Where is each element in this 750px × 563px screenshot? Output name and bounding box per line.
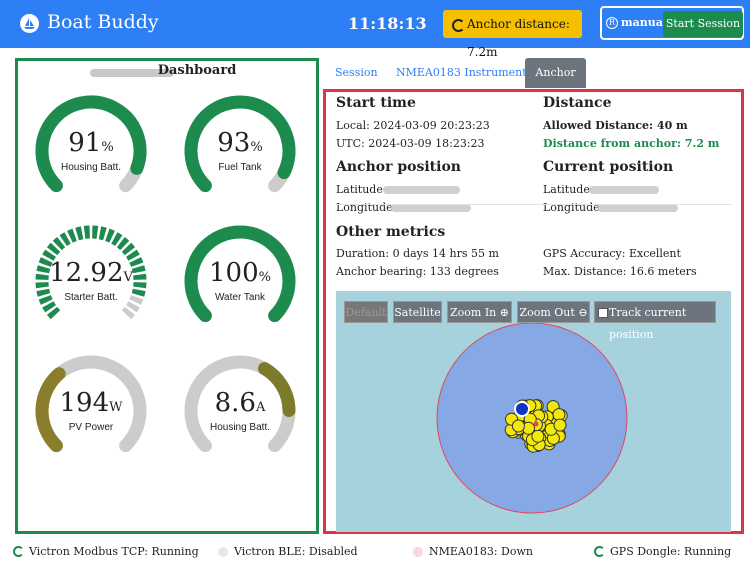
gauge-segment [111,232,123,247]
local-time: Local: 2024-03-09 20:23:23 [336,119,490,132]
clock: 11:18:13 [348,14,427,33]
gauge-housing-current: 8.6A Housing Batt. [180,349,300,469]
zoom-in-button[interactable]: Zoom In ⊕ [447,301,512,323]
app-header: Boat Buddy 11:18:13 Anchor distance: 7.2… [0,0,750,59]
gauge-segment [75,226,84,241]
gauge-segment [125,301,140,313]
distance-heading: Distance [543,95,612,111]
anchor-latitude-label: Latitude: [336,183,387,196]
gauge-segment [125,249,140,261]
anchor-distance-badge[interactable]: Anchor distance: 7.2m [443,10,582,59]
anchor-map[interactable]: Default Satellite Zoom In ⊕ Zoom Out ⊖ T… [336,291,731,532]
gauge-housing-batt: 91% Housing Batt. [31,89,151,209]
gauge-value: 93 [217,128,251,158]
status-dot-icon [218,547,228,557]
zoom-in-icon: ⊕ [499,306,509,319]
gauge-segment [105,228,115,243]
session-controls: R manual Start Session [600,6,744,40]
tab-nmea0183-instruments[interactable]: NMEA0183 Instruments [396,58,532,88]
gauge-value: 194 [59,388,110,418]
running-spinner-icon [594,546,605,557]
anchor-bearing: Anchor bearing: 133 degrees [336,265,499,278]
gauge-label: Starter Batt. [64,292,118,303]
zoom-out-icon: ⊖ [578,306,588,319]
gauge-value: 91 [68,128,102,158]
gauge-label: Housing Batt. [60,162,122,173]
gauge-segment [42,249,57,261]
spinner-icon [452,19,465,32]
running-spinner-icon [13,546,24,557]
anchor-panel: Start time Local: 2024-03-09 20:23:23 UT… [323,89,744,534]
start-session-button[interactable]: Start Session [663,11,743,37]
status-dot-icon [413,547,423,557]
allowed-distance: Allowed Distance: 40 m [543,119,688,132]
gauge-unit: A [255,400,266,415]
registered-icon: R [606,17,618,29]
gauge-value: 8.6 [214,388,256,418]
gauge-segment [121,306,136,320]
current-position-heading: Current position [543,159,674,175]
gauge-segment [98,226,107,241]
gps-accuracy: GPS Accuracy: Excellent [543,247,681,260]
track-point [511,419,525,433]
anchor-marker [533,421,539,427]
gauge-water-tank: 100% Water Tank [180,219,300,339]
track-point [553,418,567,432]
current-latitude-label: Latitude: [543,183,594,196]
track-position-toggle[interactable]: Track current position [594,301,716,341]
map-default-button[interactable]: Default [344,301,388,323]
map-satellite-button[interactable]: Satellite [393,301,442,323]
gauge-segment [59,232,71,247]
gauge-label: PV Power [68,422,114,433]
gauge-fuel-tank: 93% Fuel Tank [180,89,300,209]
track-position-checkbox[interactable] [598,308,608,318]
gauge-value: 100 [209,258,259,288]
current-position-marker [514,401,530,417]
tab-anchor[interactable]: Anchor [525,58,586,88]
gauge-pv-power: 194W PV Power [31,349,151,469]
tab-session[interactable]: Session [335,58,378,88]
redacted-current-latitude [589,186,659,194]
redacted-anchor-longitude [391,204,471,212]
gauge-unit: % [101,140,114,155]
max-distance: Max. Distance: 16.6 meters [543,265,697,278]
gauge-segment [52,236,66,251]
tab-bar: Session NMEA0183 Instruments Anchor [324,58,744,88]
boat-logo-icon [20,14,39,33]
duration: Duration: 0 days 14 hrs 55 m [336,247,499,260]
app-title: Boat Buddy [47,11,159,33]
gauge-unit: W [109,400,123,415]
gauge-label: Fuel Tank [218,162,262,173]
gauge-unit: V [123,270,133,285]
gauge-unit: % [258,270,271,285]
distance-from-anchor: Distance from anchor: 7.2 m [543,137,720,150]
gauge-segment [46,242,61,256]
gauge-label: Water Tank [214,292,266,303]
gauge-segment [46,306,61,320]
zoom-out-button[interactable]: Zoom Out ⊖ [517,301,590,323]
utc-time: UTC: 2024-03-09 18:23:23 [336,137,485,150]
gauge-segment [42,301,57,313]
gauge-value: 12.92 [49,258,124,288]
anchor-position-heading: Anchor position [336,159,461,175]
gauge-starter-batt: 12.92V Starter Batt. [31,219,151,339]
gauge-segment [116,236,130,251]
redacted-anchor-latitude [383,186,460,194]
gauge-unit: % [250,140,263,155]
gauge-segment [121,242,136,256]
anchor-longitude-label: Longitude: [336,201,397,214]
dashboard-title: Dashboard [157,63,237,78]
dashboard-panel: Dashboard 91% Housing Batt. 93% Fuel Tan… [15,58,319,534]
gauge-label: Housing Batt. [209,422,271,433]
divider [336,204,732,205]
gauge-segment [67,228,77,243]
redacted-current-longitude [598,204,678,212]
start-time-heading: Start time [336,95,416,111]
session-mode[interactable]: manual [621,16,667,29]
current-longitude-label: Longitude: [543,201,604,214]
other-metrics-heading: Other metrics [336,224,446,240]
